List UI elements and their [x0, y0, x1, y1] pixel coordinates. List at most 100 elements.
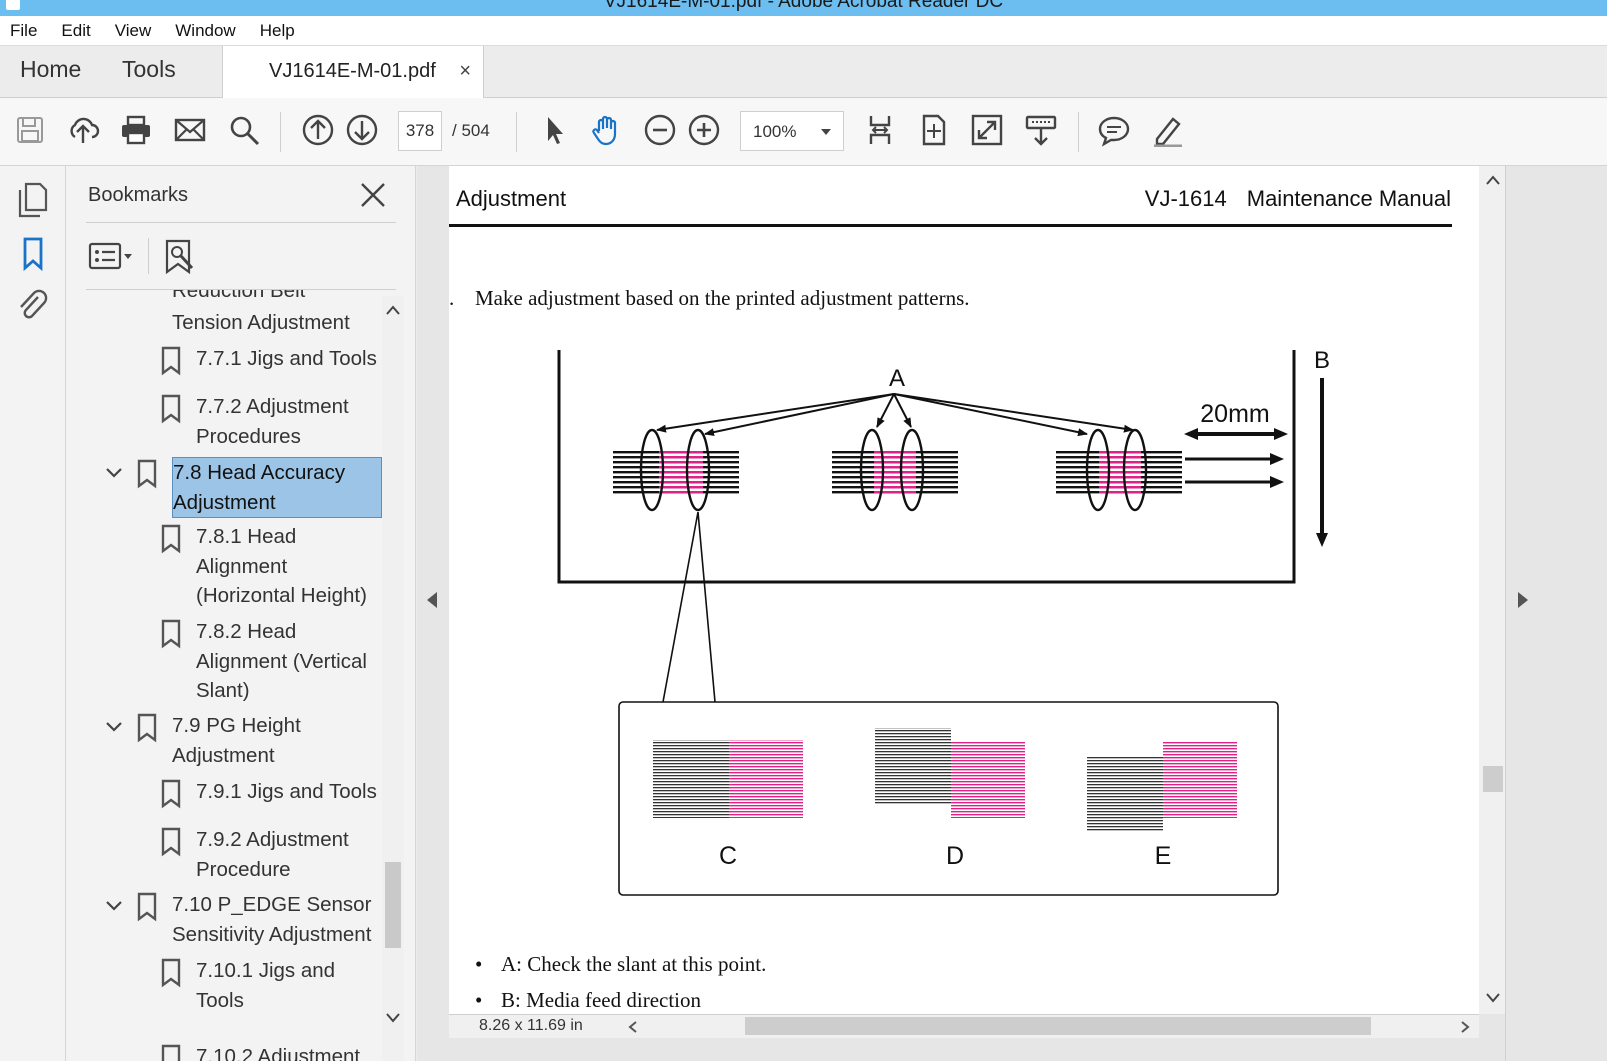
- menu-bar: File Edit View Window Help: [0, 16, 1607, 46]
- scrollbar-thumb[interactable]: [385, 862, 401, 948]
- zoom-select[interactable]: 100%: [740, 111, 844, 151]
- figure-dimension-label: 20mm: [1200, 400, 1269, 428]
- menu-file[interactable]: File: [10, 21, 37, 41]
- header-model: VJ-1614: [1144, 186, 1227, 211]
- scrollbar-thumb[interactable]: [1483, 766, 1503, 792]
- page-number-input[interactable]: 378: [398, 111, 442, 151]
- chevron-left-icon[interactable]: [627, 1020, 639, 1034]
- bullet-item: • A: Check the slant at this point.: [475, 952, 766, 977]
- menu-window[interactable]: Window: [175, 21, 235, 41]
- document-tab-label: VJ1614E-M-01.pdf: [269, 60, 436, 82]
- tab-tools[interactable]: Tools: [122, 56, 176, 83]
- find-bookmark-icon[interactable]: [162, 236, 196, 276]
- chevron-down-icon[interactable]: [104, 896, 124, 916]
- page-header-right: VJ-1614 Maintenance Manual: [1145, 186, 1451, 212]
- bookmark-label: 7.8 Head Accuracy Adjustment: [172, 457, 382, 518]
- bookmark-label: 7.9.1 Jigs and Tools: [196, 780, 377, 803]
- tab-bar: Home Tools VJ1614E-M-01.pdf ×: [0, 46, 1607, 98]
- pdf-page: Adjustment VJ-1614 Maintenance Manual . Ma…: [449, 166, 1479, 1014]
- page-down-icon[interactable]: [342, 110, 382, 150]
- comment-icon[interactable]: [1094, 110, 1134, 150]
- chevron-right-icon[interactable]: [1459, 1020, 1471, 1034]
- upload-cloud-icon[interactable]: [63, 110, 103, 150]
- zoom-out-icon[interactable]: [640, 110, 680, 150]
- step-instruction: . Make adjustment based on the printed ad…: [449, 286, 970, 311]
- chevron-down-icon[interactable]: [104, 463, 124, 483]
- pages-icon[interactable]: [14, 180, 52, 220]
- horizontal-scrollbar-thumb[interactable]: [745, 1017, 1371, 1035]
- bookmark-label: Tension Adjustment: [172, 311, 350, 334]
- page-total: / 504: [452, 121, 490, 140]
- read-mode-icon[interactable]: [1021, 110, 1061, 150]
- chevron-down-icon[interactable]: [104, 717, 124, 737]
- search-icon[interactable]: [224, 110, 264, 150]
- left-rail: [0, 166, 66, 1061]
- figure-label-a: A: [889, 365, 905, 392]
- bookmark-panel-icon[interactable]: [14, 234, 52, 274]
- menu-help[interactable]: Help: [260, 21, 295, 41]
- zoom-in-icon[interactable]: [684, 110, 724, 150]
- status-bar: 8.26 x 11.69 in: [449, 1014, 1479, 1038]
- zoom-value: 100%: [753, 122, 797, 141]
- bookmark-label: 7.8.1 Head Alignment (Horizontal Height): [196, 525, 367, 607]
- bullet-item: • B: Media feed direction: [475, 988, 701, 1013]
- collapse-left-icon[interactable]: [427, 592, 437, 608]
- select-arrow-icon[interactable]: [534, 110, 574, 150]
- page-up-icon[interactable]: [298, 110, 338, 150]
- figure-label-b: B: [1314, 347, 1330, 374]
- bookmark-icon: [161, 619, 181, 649]
- bookmarks-panel: Bookmarks Reduction Belt Tension Adjustm…: [66, 166, 416, 1061]
- bookmark-icon: [137, 713, 157, 743]
- menu-edit[interactable]: Edit: [61, 21, 90, 41]
- bookmark-icon: [137, 459, 157, 489]
- title-bar: VJ1614E-M-01.pdf - Adobe Acrobat Reader …: [0, 0, 1607, 16]
- bookmark-icon: [161, 394, 181, 424]
- bullet-text: A: Check the slant at this point.: [501, 952, 767, 976]
- chevron-down-icon[interactable]: [1485, 992, 1501, 1004]
- save-icon[interactable]: [10, 110, 50, 150]
- fit-width-icon[interactable]: [860, 110, 900, 150]
- document-scrollbar[interactable]: [1479, 166, 1505, 1014]
- bookmark-icon: [161, 827, 181, 857]
- bookmark-icon: [161, 958, 181, 988]
- print-icon[interactable]: [116, 110, 156, 150]
- bookmarks-scrollbar[interactable]: [382, 296, 404, 1061]
- document-viewport: Adjustment VJ-1614 Maintenance Manual . Ma…: [417, 166, 1607, 1061]
- menu-view[interactable]: View: [115, 21, 152, 41]
- step-text: Make adjustment based on the printed adj…: [475, 286, 970, 310]
- highlight-icon[interactable]: [1148, 110, 1188, 150]
- expand-right-pane-icon[interactable]: [1518, 592, 1528, 608]
- bookmark-icon: [161, 524, 181, 554]
- bookmark-label: Reduction Belt: [172, 290, 306, 302]
- bookmark-options-button[interactable]: [88, 236, 134, 276]
- right-pane-gutter: [1505, 166, 1607, 1061]
- bullet-text: B: Media feed direction: [501, 988, 702, 1012]
- bullet-dot: •: [475, 952, 483, 976]
- chevron-up-icon[interactable]: [385, 304, 401, 316]
- bookmark-icon: [137, 892, 157, 922]
- header-title: Maintenance Manual: [1246, 186, 1451, 211]
- bullet-dot: •: [475, 988, 483, 1012]
- chevron-up-icon[interactable]: [1485, 174, 1501, 186]
- fullscreen-icon[interactable]: [967, 110, 1007, 150]
- figure-label-c: C: [719, 842, 737, 870]
- bookmark-label: 7.7.1 Jigs and Tools: [196, 347, 377, 370]
- attachment-icon[interactable]: [14, 284, 52, 324]
- chevron-down-icon: [821, 129, 831, 135]
- close-icon[interactable]: [358, 180, 388, 210]
- tab-home[interactable]: Home: [20, 56, 81, 83]
- hand-icon[interactable]: [587, 110, 627, 150]
- adjustment-pattern-figure: A 20mm B C D E: [557, 347, 1330, 896]
- step-number: .: [449, 286, 455, 310]
- bookmark-label: 7.7.2 Adjustment Procedures: [196, 395, 349, 448]
- page-size-label: 8.26 x 11.69 in: [479, 1017, 583, 1034]
- bookmark-label: 7.9.2 Adjustment Procedure: [196, 828, 349, 881]
- chevron-down-icon[interactable]: [385, 1012, 401, 1024]
- mail-icon[interactable]: [170, 110, 210, 150]
- tab-document[interactable]: VJ1614E-M-01.pdf ×: [222, 46, 484, 98]
- bookmark-label: 7.8.2 Head Alignment (Vertical Slant): [196, 620, 367, 702]
- page-header-left: Adjustment: [456, 186, 567, 211]
- bookmark-label: 7.10.2 Adjustment: [196, 1045, 361, 1061]
- close-tab-icon[interactable]: ×: [459, 60, 471, 83]
- fit-page-icon[interactable]: [914, 110, 954, 150]
